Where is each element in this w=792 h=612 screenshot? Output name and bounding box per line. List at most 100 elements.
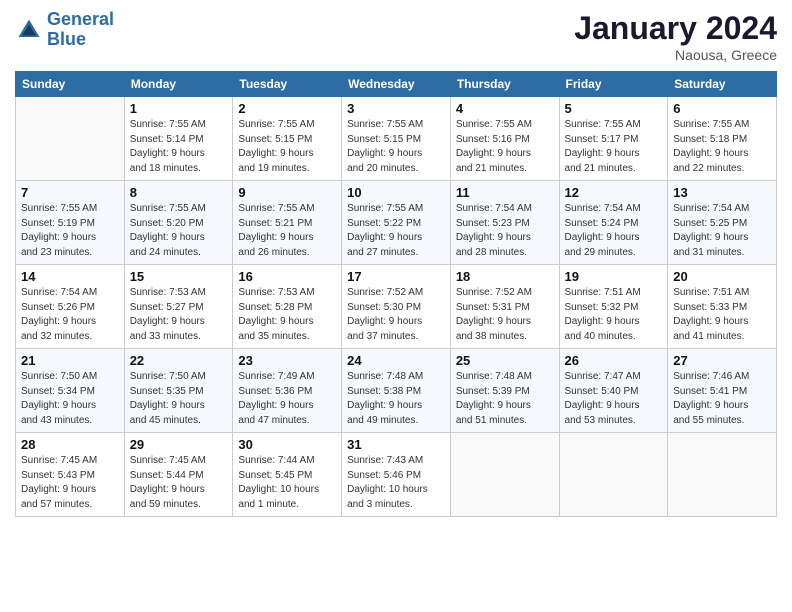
calendar-cell: 3Sunrise: 7:55 AM Sunset: 5:15 PM Daylig… <box>342 97 451 181</box>
calendar-cell: 12 Sunrise: 7:54 AM Sunset: 5:24 PM Dayli… <box>559 181 668 265</box>
day-number: 11 <box>456 185 554 200</box>
day-info: Sunrise: 7:54 AM Sunset: 5:25 PM Dayligh… <box>673 202 771 260</box>
day-info: Sunrise: 7:48 AM Sunset: 5:38 PM Dayligh… <box>347 370 445 428</box>
calendar-container: General Blue January 2024 Naousa, Greece… <box>0 0 792 527</box>
day-number: 15 <box>130 269 228 284</box>
day-header-saturday: Saturday <box>668 72 777 97</box>
logo-icon <box>15 16 43 44</box>
calendar-cell: 25Sunrise: 7:48 AM Sunset: 5:39 PM Dayli… <box>450 349 559 433</box>
day-info: Sunrise: 7:55 AM Sunset: 5:16 PM Dayligh… <box>456 118 554 176</box>
logo: General Blue <box>15 10 114 50</box>
day-number: 26 <box>565 353 663 368</box>
day-info: Sunrise: 7:55 AM Sunset: 5:17 PM Dayligh… <box>565 118 663 176</box>
day-info: Sunrise: 7:55 AM Sunset: 5:18 PM Dayligh… <box>673 118 771 176</box>
day-info: Sunrise: 7:45 AM Sunset: 5:44 PM Dayligh… <box>130 454 228 512</box>
day-info: Sunrise: 7:55 AM Sunset: 5:14 PM Dayligh… <box>130 118 228 176</box>
day-info: Sunrise: 7:50 AM Sunset: 5:35 PM Dayligh… <box>130 370 228 428</box>
calendar-cell <box>668 433 777 517</box>
day-header-sunday: Sunday <box>16 72 125 97</box>
day-number: 3 <box>347 101 445 116</box>
location-subtitle: Naousa, Greece <box>574 47 777 63</box>
calendar-cell <box>450 433 559 517</box>
day-info: Sunrise: 7:54 AM Sunset: 5:24 PM Dayligh… <box>565 202 663 260</box>
month-title: January 2024 <box>574 10 777 47</box>
calendar-cell: 31Sunrise: 7:43 AM Sunset: 5:46 PM Dayli… <box>342 433 451 517</box>
calendar-cell: 16 Sunrise: 7:53 AM Sunset: 5:28 PM Dayli… <box>233 265 342 349</box>
day-number: 4 <box>456 101 554 116</box>
day-info: Sunrise: 7:55 AM Sunset: 5:22 PM Dayligh… <box>347 202 445 260</box>
day-number: 7 <box>21 185 119 200</box>
day-header-friday: Friday <box>559 72 668 97</box>
day-number: 27 <box>673 353 771 368</box>
day-number: 22 <box>130 353 228 368</box>
day-number: 10 <box>347 185 445 200</box>
day-headers-row: SundayMondayTuesdayWednesdayThursdayFrid… <box>16 72 777 97</box>
day-number: 5 <box>565 101 663 116</box>
calendar-cell: 23 Sunrise: 7:49 AM Sunset: 5:36 PM Dayli… <box>233 349 342 433</box>
calendar-cell <box>559 433 668 517</box>
calendar-cell: 14Sunrise: 7:54 AM Sunset: 5:26 PM Dayli… <box>16 265 125 349</box>
logo-line1: General <box>47 9 114 29</box>
calendar-body: 1 Sunrise: 7:55 AM Sunset: 5:14 PM Daylig… <box>16 97 777 517</box>
day-info: Sunrise: 7:44 AM Sunset: 5:45 PM Dayligh… <box>238 454 336 512</box>
week-row-3: 14Sunrise: 7:54 AM Sunset: 5:26 PM Dayli… <box>16 265 777 349</box>
day-info: Sunrise: 7:53 AM Sunset: 5:28 PM Dayligh… <box>238 286 336 344</box>
calendar-cell: 6 Sunrise: 7:55 AM Sunset: 5:18 PM Daylig… <box>668 97 777 181</box>
day-header-monday: Monday <box>124 72 233 97</box>
calendar-cell: 30 Sunrise: 7:44 AM Sunset: 5:45 PM Dayli… <box>233 433 342 517</box>
day-number: 1 <box>130 101 228 116</box>
calendar-cell: 22 Sunrise: 7:50 AM Sunset: 5:35 PM Dayli… <box>124 349 233 433</box>
day-info: Sunrise: 7:55 AM Sunset: 5:20 PM Dayligh… <box>130 202 228 260</box>
day-number: 9 <box>238 185 336 200</box>
day-info: Sunrise: 7:53 AM Sunset: 5:27 PM Dayligh… <box>130 286 228 344</box>
day-number: 8 <box>130 185 228 200</box>
day-info: Sunrise: 7:55 AM Sunset: 5:19 PM Dayligh… <box>21 202 119 260</box>
calendar-cell: 28 Sunrise: 7:45 AM Sunset: 5:43 PM Dayli… <box>16 433 125 517</box>
title-section: January 2024 Naousa, Greece <box>574 10 777 63</box>
day-info: Sunrise: 7:51 AM Sunset: 5:33 PM Dayligh… <box>673 286 771 344</box>
calendar-cell: 13Sunrise: 7:54 AM Sunset: 5:25 PM Dayli… <box>668 181 777 265</box>
calendar-cell: 21Sunrise: 7:50 AM Sunset: 5:34 PM Dayli… <box>16 349 125 433</box>
calendar-cell: 10 Sunrise: 7:55 AM Sunset: 5:22 PM Dayli… <box>342 181 451 265</box>
day-number: 28 <box>21 437 119 452</box>
week-row-2: 7 Sunrise: 7:55 AM Sunset: 5:19 PM Daylig… <box>16 181 777 265</box>
day-number: 2 <box>238 101 336 116</box>
calendar-cell: 5 Sunrise: 7:55 AM Sunset: 5:17 PM Daylig… <box>559 97 668 181</box>
day-number: 6 <box>673 101 771 116</box>
week-row-5: 28 Sunrise: 7:45 AM Sunset: 5:43 PM Dayli… <box>16 433 777 517</box>
day-info: Sunrise: 7:46 AM Sunset: 5:41 PM Dayligh… <box>673 370 771 428</box>
calendar-cell: 1 Sunrise: 7:55 AM Sunset: 5:14 PM Daylig… <box>124 97 233 181</box>
calendar-cell: 15 Sunrise: 7:53 AM Sunset: 5:27 PM Dayli… <box>124 265 233 349</box>
day-number: 30 <box>238 437 336 452</box>
day-number: 14 <box>21 269 119 284</box>
day-number: 23 <box>238 353 336 368</box>
day-number: 19 <box>565 269 663 284</box>
day-info: Sunrise: 7:49 AM Sunset: 5:36 PM Dayligh… <box>238 370 336 428</box>
calendar-cell: 24 Sunrise: 7:48 AM Sunset: 5:38 PM Dayli… <box>342 349 451 433</box>
header: General Blue January 2024 Naousa, Greece <box>15 10 777 63</box>
day-number: 20 <box>673 269 771 284</box>
day-number: 18 <box>456 269 554 284</box>
day-number: 12 <box>565 185 663 200</box>
calendar-cell: 2Sunrise: 7:55 AM Sunset: 5:15 PM Daylig… <box>233 97 342 181</box>
calendar-cell: 9 Sunrise: 7:55 AM Sunset: 5:21 PM Daylig… <box>233 181 342 265</box>
week-row-1: 1 Sunrise: 7:55 AM Sunset: 5:14 PM Daylig… <box>16 97 777 181</box>
calendar-cell <box>16 97 125 181</box>
day-info: Sunrise: 7:52 AM Sunset: 5:30 PM Dayligh… <box>347 286 445 344</box>
day-info: Sunrise: 7:55 AM Sunset: 5:21 PM Dayligh… <box>238 202 336 260</box>
logo-text: General Blue <box>47 10 114 50</box>
day-number: 29 <box>130 437 228 452</box>
week-row-4: 21Sunrise: 7:50 AM Sunset: 5:34 PM Dayli… <box>16 349 777 433</box>
calendar-cell: 7 Sunrise: 7:55 AM Sunset: 5:19 PM Daylig… <box>16 181 125 265</box>
calendar-table: SundayMondayTuesdayWednesdayThursdayFrid… <box>15 71 777 517</box>
day-info: Sunrise: 7:45 AM Sunset: 5:43 PM Dayligh… <box>21 454 119 512</box>
day-number: 24 <box>347 353 445 368</box>
day-info: Sunrise: 7:50 AM Sunset: 5:34 PM Dayligh… <box>21 370 119 428</box>
calendar-cell: 26Sunrise: 7:47 AM Sunset: 5:40 PM Dayli… <box>559 349 668 433</box>
day-info: Sunrise: 7:51 AM Sunset: 5:32 PM Dayligh… <box>565 286 663 344</box>
calendar-cell: 4 Sunrise: 7:55 AM Sunset: 5:16 PM Daylig… <box>450 97 559 181</box>
day-number: 16 <box>238 269 336 284</box>
day-number: 17 <box>347 269 445 284</box>
day-number: 31 <box>347 437 445 452</box>
day-info: Sunrise: 7:54 AM Sunset: 5:23 PM Dayligh… <box>456 202 554 260</box>
